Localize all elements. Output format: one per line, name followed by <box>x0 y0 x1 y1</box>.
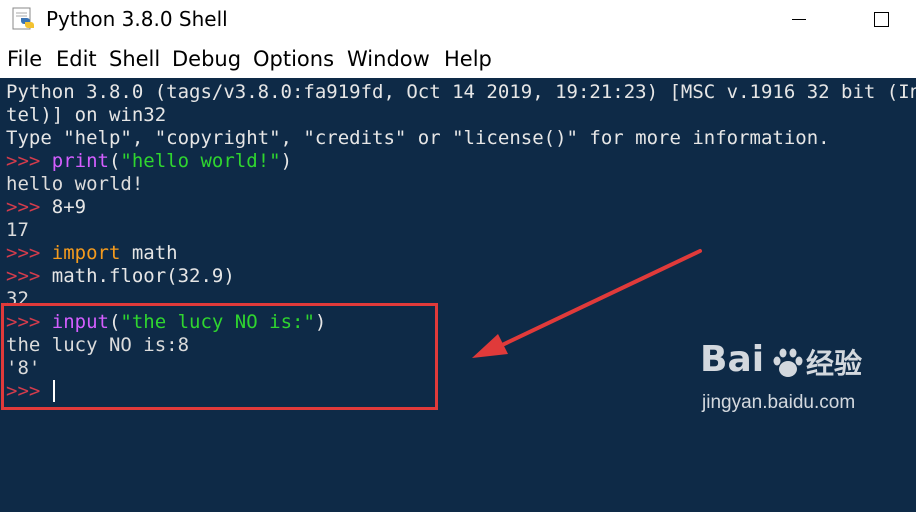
shell-text-area[interactable]: Python 3.8.0 (tags/v3.8.0:fa919fd, Oct 1… <box>0 78 916 512</box>
output-line: hello world! <box>6 173 144 195</box>
input-line: >>> 8+9 <box>6 196 86 219</box>
maximize-icon <box>873 11 889 27</box>
input-line: >>> import math <box>6 242 178 265</box>
menu-debug[interactable]: Debug <box>172 46 241 72</box>
output-line: 17 <box>6 219 29 241</box>
input-line: >>> print("hello world!") <box>6 150 292 173</box>
menu-help[interactable]: Help <box>444 46 492 72</box>
minimize-button[interactable] <box>776 0 822 38</box>
minimize-icon <box>792 18 806 20</box>
builtin-name: print <box>51 150 109 172</box>
title-bar: Python 3.8.0 Shell <box>0 0 916 38</box>
menu-shell[interactable]: Shell <box>109 46 160 72</box>
prompt: >>> <box>6 265 52 287</box>
code: 8+9 <box>51 196 87 218</box>
annotation-highlight-box <box>1 303 438 410</box>
input-line: >>> math.floor(32.9) <box>6 265 235 288</box>
banner-version: Python 3.8.0 (tags/v3.8.0:fa919fd, Oct 1… <box>6 81 916 103</box>
prompt: >>> <box>6 196 52 218</box>
python-idle-icon <box>12 7 34 30</box>
paren: ) <box>280 150 293 172</box>
banner-help: Type "help", "copyright", "credits" or "… <box>6 127 830 149</box>
maximize-button[interactable] <box>858 0 904 38</box>
code: math <box>120 242 178 264</box>
prompt: >>> <box>6 150 52 172</box>
menu-bar: File Edit Shell Debug Options Window Hel… <box>0 38 916 78</box>
menu-edit[interactable]: Edit <box>56 46 97 72</box>
paren: ( <box>108 150 121 172</box>
window-title: Python 3.8.0 Shell <box>46 7 228 31</box>
prompt: >>> <box>6 242 52 264</box>
keyword: import <box>51 242 121 264</box>
string-literal: "hello world!" <box>120 150 281 172</box>
menu-file[interactable]: File <box>7 46 42 72</box>
banner-platform: tel)] on win32 <box>6 104 167 126</box>
menu-options[interactable]: Options <box>253 46 334 72</box>
menu-window[interactable]: Window <box>347 46 430 72</box>
code: math.floor(32.9) <box>51 265 235 287</box>
